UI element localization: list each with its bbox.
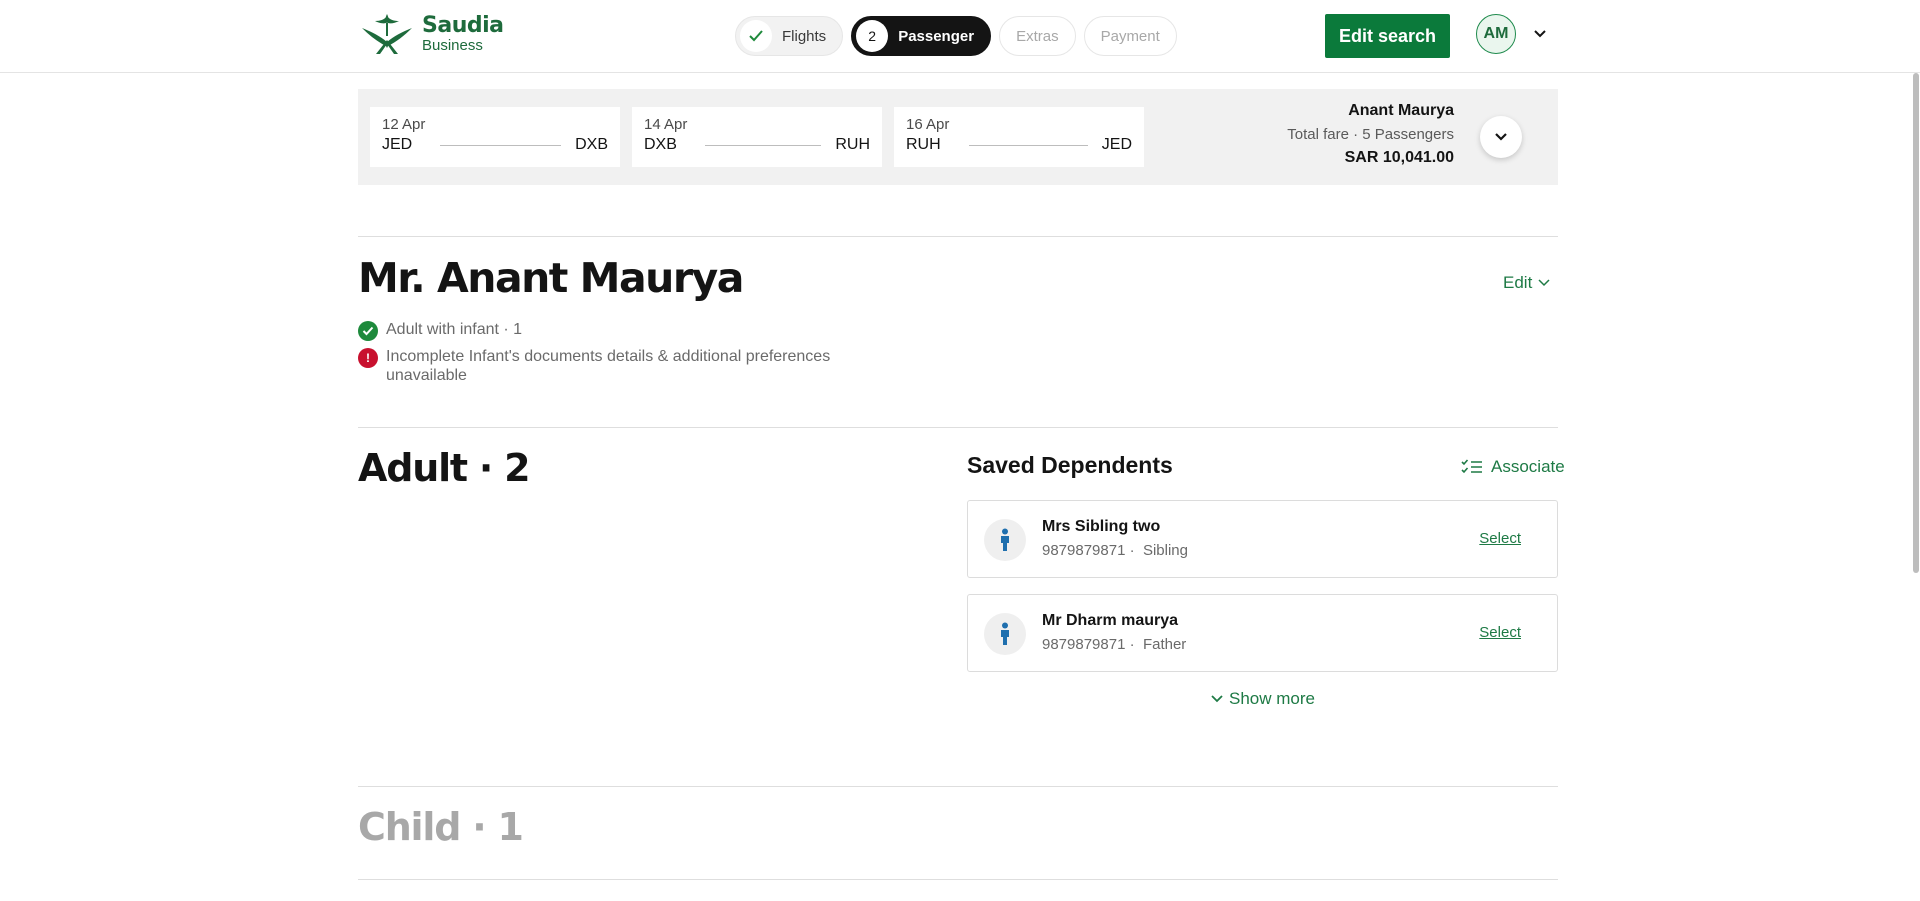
step-number: 2 [856, 20, 889, 52]
show-more-button[interactable]: Show more [1211, 689, 1315, 709]
select-dependent-link[interactable]: Select [1479, 624, 1521, 641]
route-line [968, 144, 1088, 146]
user-avatar[interactable]: AM [1476, 14, 1516, 54]
adult-section-title: Adult · 2 [358, 446, 531, 490]
edit-passenger-button[interactable]: Edit [1503, 273, 1550, 293]
step-flights[interactable]: Flights [735, 16, 844, 56]
expand-itinerary-button[interactable] [1480, 116, 1522, 158]
check-circle-icon [358, 321, 378, 341]
leg-date: 12 Apr [382, 116, 426, 133]
checklist-icon [1461, 459, 1482, 474]
status-text: Adult with infant · 1 [386, 321, 523, 338]
leg-destination: JED [1101, 136, 1132, 153]
dependent-name: Mr Dharm maurya [1042, 612, 1179, 629]
chevron-down-icon [1211, 695, 1223, 703]
divider [358, 236, 1558, 237]
step-label: Extras [1016, 27, 1059, 45]
show-more-label: Show more [1229, 689, 1315, 708]
fare-description: Total fare · 5 Passengers [1287, 126, 1454, 143]
divider [358, 427, 1558, 428]
booking-stepper: Flights 2 Passenger Extras Payment [735, 16, 1177, 56]
route-line [704, 144, 822, 146]
step-extras[interactable]: Extras [999, 16, 1076, 56]
chevron-down-icon [1495, 133, 1507, 141]
dependent-name: Mrs Sibling two [1042, 518, 1161, 535]
flight-leg: 12 Apr JED DXB [370, 107, 620, 167]
scrollbar-thumb[interactable] [1913, 73, 1919, 573]
divider [358, 879, 1558, 880]
dependent-relation: Father [1142, 636, 1187, 653]
step-passenger[interactable]: 2 Passenger [851, 16, 992, 56]
status-complete: Adult with infant · 1 [358, 320, 522, 341]
person-icon [984, 519, 1026, 561]
select-dependent-link[interactable]: Select [1479, 530, 1521, 547]
status-error: ! Incomplete Infant's documents details … [358, 347, 898, 385]
route-line [440, 144, 562, 146]
leg-date: 14 Apr [644, 116, 688, 133]
flight-leg: 14 Apr DXB RUH [632, 107, 882, 167]
step-label: Payment [1100, 27, 1160, 45]
top-header: Saudia Business Flights 2 Passenger Extr… [0, 0, 1920, 73]
logo-sub-text: Business [422, 37, 483, 54]
alert-circle-icon: ! [358, 348, 378, 368]
check-icon [740, 20, 772, 52]
leg-origin: DXB [644, 136, 677, 153]
dependent-phone: 9879879871 · [1042, 636, 1135, 653]
fare-passenger-name: Anant Maurya [1348, 102, 1454, 119]
dependent-card: Mrs Sibling two 9879879871 · Sibling Sel… [967, 500, 1558, 578]
step-payment[interactable]: Payment [1083, 16, 1177, 56]
dependent-phone: 9879879871 · [1042, 542, 1135, 559]
associate-label: Associate [1491, 457, 1565, 476]
step-label: Passenger [898, 27, 975, 45]
edit-label: Edit [1503, 273, 1533, 292]
dependent-relation: Sibling [1142, 542, 1188, 559]
person-icon [984, 613, 1026, 655]
associate-button[interactable]: Associate [1461, 457, 1565, 477]
itinerary-summary: 12 Apr JED DXB 14 Apr DXB RUH 16 Apr RUH… [358, 89, 1558, 185]
passenger-name: Mr. Anant Maurya [358, 254, 744, 302]
status-text: Incomplete Infant's documents details & … [386, 348, 831, 384]
saved-dependents-title: Saved Dependents [967, 452, 1173, 478]
flight-leg: 16 Apr RUH JED [894, 107, 1144, 167]
saudia-business-logo[interactable]: Saudia Business [358, 12, 504, 56]
edit-search-button[interactable]: Edit search [1325, 14, 1450, 58]
chevron-down-icon[interactable] [1530, 26, 1550, 42]
child-section-title[interactable]: Child · 1 [358, 805, 524, 849]
leg-origin: RUH [906, 136, 941, 153]
leg-destination: DXB [575, 136, 608, 153]
chevron-down-icon [1538, 279, 1550, 287]
step-label: Flights [782, 27, 827, 45]
logo-brand-text: Saudia [422, 13, 504, 38]
dependent-meta: 9879879871 · Sibling [1042, 542, 1188, 559]
leg-date: 16 Apr [906, 116, 950, 133]
palm-swords-logo-icon [362, 14, 412, 54]
leg-origin: JED [382, 136, 413, 153]
dependent-card: Mr Dharm maurya 9879879871 · Father Sele… [967, 594, 1558, 672]
divider [358, 786, 1558, 787]
fare-amount: SAR 10,041.00 [1344, 149, 1454, 166]
fare-summary: Anant Maurya Total fare · 5 Passengers S… [1287, 102, 1454, 167]
leg-destination: RUH [835, 136, 870, 153]
dependent-meta: 9879879871 · Father [1042, 636, 1186, 653]
